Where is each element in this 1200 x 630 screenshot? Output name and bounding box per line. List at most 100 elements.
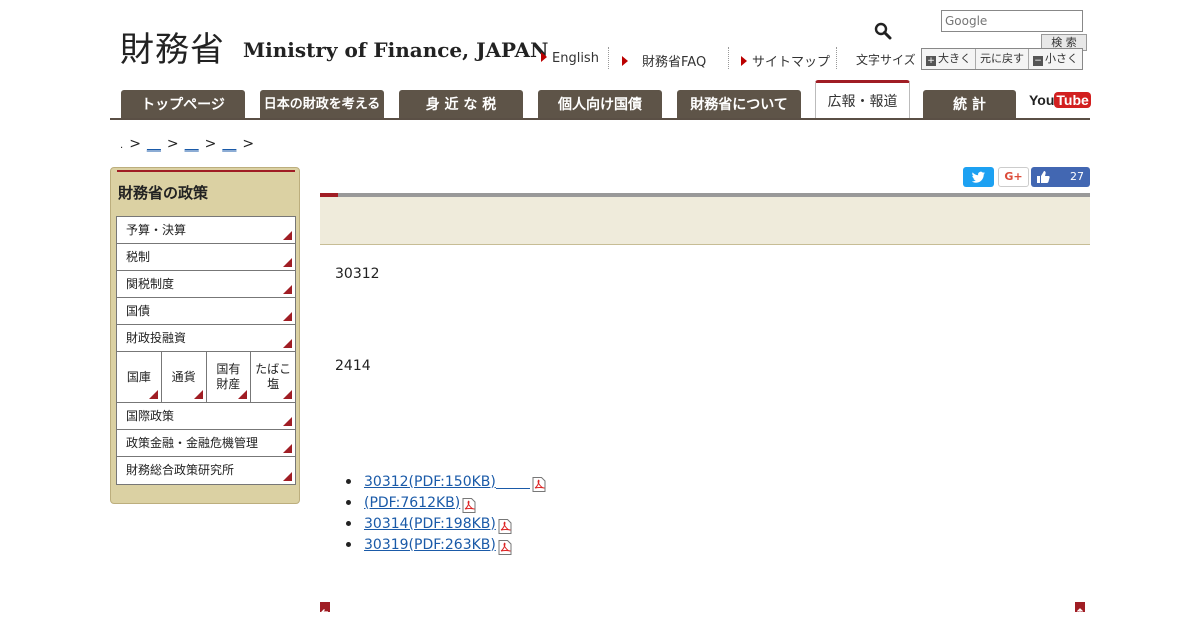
attachment-list: 30312(PDF:150KB) (PDF:7612KB) 30314(PDF:… — [346, 471, 546, 555]
breadcrumb-link[interactable]: __ — [222, 136, 236, 152]
sidebar-item-filp[interactable]: 財政投融資 — [117, 325, 295, 352]
divider — [608, 47, 609, 69]
sidebar-item-policy-finance[interactable]: 政策金融・金融危機管理 — [117, 430, 295, 457]
breadcrumb-sep: > — [129, 136, 141, 152]
twitter-icon — [971, 171, 985, 183]
divider — [728, 47, 729, 69]
sidebar-item-treasury[interactable]: 国庫 — [117, 352, 162, 402]
sidebar-item-budget[interactable]: 予算・決算 — [117, 217, 295, 244]
arrow-up-icon — [1077, 608, 1083, 615]
list-item: 30314(PDF:198KB) — [346, 513, 546, 534]
corner-arrow-icon — [283, 390, 292, 399]
sitemap-link[interactable]: サイトマップ — [741, 51, 830, 70]
title-accent — [320, 193, 338, 197]
sidebar-item-jgb[interactable]: 国債 — [117, 298, 295, 325]
breadcrumb-link[interactable]: __ — [185, 136, 199, 152]
sidebar-item-currency[interactable]: 通貨 — [162, 352, 207, 402]
divider — [836, 47, 837, 69]
logo-english[interactable]: Ministry of Finance, JAPAN — [243, 38, 548, 62]
font-smaller-button[interactable]: − 小さく — [1029, 49, 1082, 69]
corner-arrow-icon — [148, 390, 158, 399]
page-top-button[interactable] — [1075, 602, 1085, 615]
breadcrumb-sep: > — [204, 136, 217, 152]
font-reset-button[interactable]: 元に戻す — [976, 49, 1029, 69]
tab-top-page[interactable]: トップページ — [121, 90, 245, 120]
tab-bonds-individual[interactable]: 個人向け国債 — [538, 90, 662, 120]
sidebar-item-tax[interactable]: 税制 — [117, 244, 295, 271]
english-link[interactable]: English — [541, 51, 599, 66]
youtube-you: You — [1029, 92, 1055, 108]
facebook-like-button[interactable]: 27 — [1031, 167, 1090, 187]
breadcrumb-link[interactable]: __ — [147, 136, 161, 152]
bullet — [346, 500, 351, 505]
tab-japan-finance[interactable]: 日本の財政を考える — [260, 90, 384, 120]
sidebar-item-label: 国庫 — [126, 369, 151, 384]
corner-arrow-icon — [238, 390, 248, 399]
pdf-icon — [498, 519, 512, 534]
breadcrumb-sep: > — [166, 136, 179, 152]
list-item: (PDF:7612KB) — [346, 492, 546, 513]
list-item: 30312(PDF:150KB) — [346, 471, 546, 492]
bullet — [346, 542, 351, 547]
corner-arrow-icon — [283, 339, 292, 348]
sidebar-item-label: 税制 — [126, 250, 151, 264]
sidebar-item-label: 国際政策 — [126, 409, 175, 423]
tab-statistics[interactable]: 統 計 — [923, 90, 1016, 120]
sidebar-item-customs[interactable]: 関税制度 — [117, 271, 295, 298]
sidebar-item-label: 政策金融・金融危機管理 — [126, 436, 259, 450]
main-nav: トップページ 日本の財政を考える 身 近 な 税 個人向け国債 財務省について … — [110, 80, 1091, 120]
sidebar-item-tobacco-salt[interactable]: たばこ 塩 — [251, 352, 295, 402]
search-icon — [874, 22, 892, 40]
breadcrumb-lead: . — [120, 140, 124, 151]
arrow-right-icon — [541, 52, 547, 62]
sidebar-accent-line — [117, 170, 295, 172]
body-text: 30312 — [335, 266, 380, 282]
pdf-link[interactable]: (PDF:7612KB) — [364, 495, 460, 511]
youtube-link[interactable]: You Tube — [1029, 92, 1091, 114]
sitemap-link-label[interactable]: サイトマップ — [752, 55, 830, 70]
pdf-icon — [462, 498, 476, 513]
sidebar-item-national-property[interactable]: 国有 財産 — [207, 352, 252, 402]
corner-arrow-icon — [283, 444, 292, 453]
bullet — [346, 479, 351, 484]
font-smaller-label: 小さく — [1045, 52, 1078, 65]
tab-about-mof[interactable]: 財務省について — [677, 90, 801, 120]
tab-taxes[interactable]: 身 近 な 税 — [399, 90, 523, 120]
pdf-link[interactable]: 30312(PDF:150KB) — [364, 474, 496, 490]
pdf-icon — [532, 477, 546, 492]
sidebar-item-research-institute[interactable]: 財務総合政策研究所 — [117, 457, 295, 484]
pdf-link[interactable]: 30314(PDF:198KB) — [364, 516, 496, 532]
font-larger-button[interactable]: + 大きく — [922, 49, 976, 69]
page-title-bar — [320, 193, 1090, 245]
back-button[interactable] — [320, 602, 330, 615]
like-count: 27 — [1070, 170, 1084, 183]
faq-link-label[interactable]: 財務省FAQ — [642, 55, 706, 70]
arrow-right-icon — [741, 56, 747, 66]
font-size-label: 文字サイズ — [856, 53, 916, 67]
pdf-link[interactable]: 30319(PDF:263KB) — [364, 537, 496, 553]
search-input[interactable] — [941, 10, 1083, 32]
logo-kanji[interactable]: 財務省 — [120, 22, 225, 71]
sidebar-item-label: 国債 — [126, 304, 151, 318]
gplus-share-button[interactable]: G+ — [998, 167, 1029, 187]
sidebar-item-label: 財政投融資 — [126, 331, 187, 345]
font-size-controls: + 大きく 元に戻す − 小さく — [921, 48, 1083, 70]
bullet — [346, 521, 351, 526]
sidebar-grid: 国庫 通貨 国有 財産 たばこ 塩 — [117, 352, 295, 403]
nav-underline — [110, 118, 1090, 120]
sidebar-menu: 予算・決算 税制 関税制度 国債 財政投融資 国庫 通貨 国有 財産 たばこ 塩… — [116, 216, 296, 485]
breadcrumb-sep: > — [242, 136, 255, 152]
corner-arrow-icon — [283, 231, 292, 240]
thumbs-up-icon — [1037, 171, 1050, 183]
sidebar: 財務省の政策 予算・決算 税制 関税制度 国債 財政投融資 国庫 通貨 国有 財… — [110, 167, 300, 504]
corner-arrow-icon — [283, 312, 292, 321]
font-larger-label: 大きく — [938, 52, 971, 65]
english-link-label[interactable]: English — [552, 51, 599, 66]
faq-link[interactable]: 財務省FAQ — [622, 51, 706, 70]
twitter-share-button[interactable] — [963, 167, 994, 187]
youtube-tube: Tube — [1054, 92, 1091, 108]
minus-icon: − — [1033, 56, 1043, 66]
tab-press[interactable]: 広報・報道 — [815, 80, 910, 120]
sidebar-item-international[interactable]: 国際政策 — [117, 403, 295, 430]
sidebar-item-label: 通貨 — [171, 369, 196, 384]
